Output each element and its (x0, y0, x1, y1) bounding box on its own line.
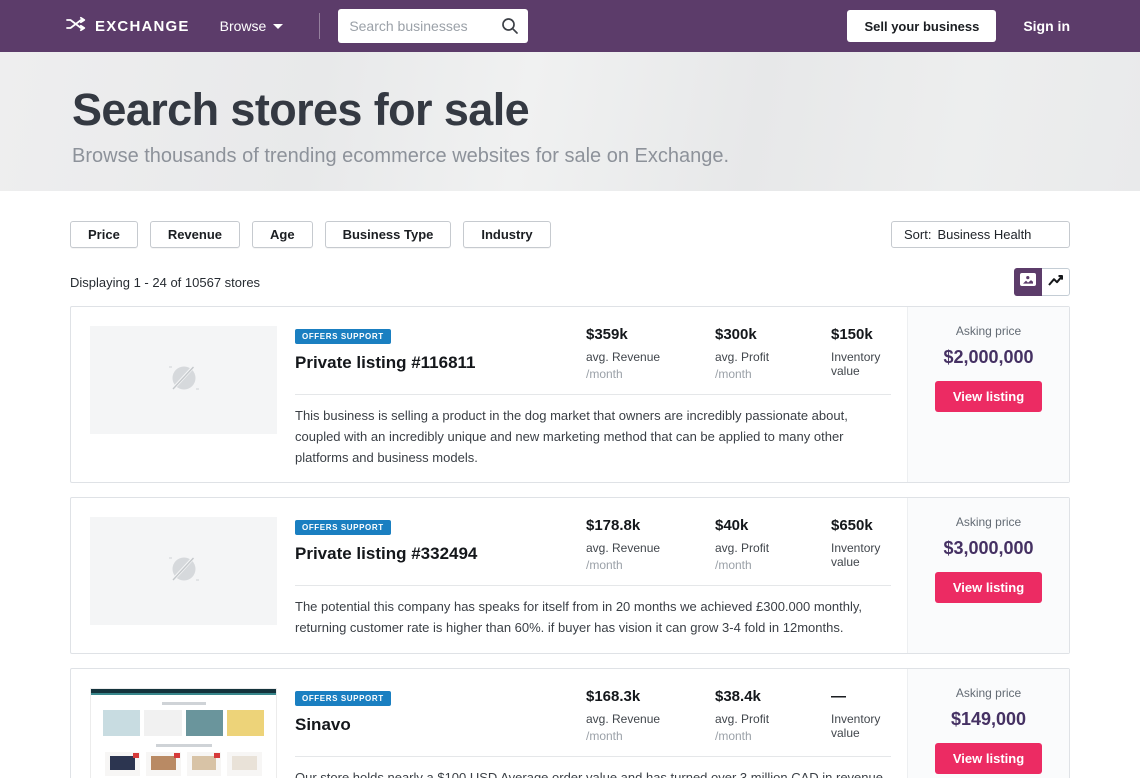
trend-line-icon (1047, 273, 1064, 292)
listing-thumbnail[interactable] (90, 326, 277, 434)
filter-business-type-button[interactable]: Business Type (325, 221, 452, 248)
graph-view-toggle-button[interactable] (1042, 268, 1070, 296)
card-view-toggle-button[interactable] (1014, 268, 1042, 296)
stat-inventory-value: — Inventory value (831, 688, 891, 743)
card-divider (295, 585, 891, 586)
storefront-product-row (105, 752, 262, 776)
listing-title[interactable]: Private listing #116811 (295, 353, 586, 373)
top-navbar: EXCHANGE Browse Sell your business Sign … (0, 0, 1140, 52)
card-divider (295, 756, 891, 757)
search-icon[interactable] (501, 17, 519, 40)
stat-avg-profit: $300k avg. Profit /month (715, 326, 831, 381)
brand-logo[interactable]: EXCHANGE (66, 16, 190, 37)
asking-price-value: $149,000 (908, 709, 1069, 730)
storefront-accent-bar (91, 693, 276, 695)
listing-title[interactable]: Private listing #332494 (295, 544, 586, 564)
listing-details: OFFERS SUPPORT Private listing #116811 $… (277, 307, 907, 482)
view-listing-button[interactable]: View listing (935, 743, 1042, 774)
brand-name: EXCHANGE (95, 18, 190, 35)
asking-price-panel: Asking price $3,000,000 View listing (907, 498, 1069, 653)
stat-avg-revenue: $359k avg. Revenue /month (586, 326, 715, 381)
asking-price-panel: Asking price $2,000,000 View listing (907, 307, 1069, 482)
listing-details: OFFERS SUPPORT Sinavo $168.3k avg. Reven… (277, 669, 907, 778)
stat-avg-revenue: $168.3k avg. Revenue /month (586, 688, 715, 743)
listing-stats: $359k avg. Revenue /month $300k avg. Pro… (586, 326, 891, 381)
listing-stats: $168.3k avg. Revenue /month $38.4k avg. … (586, 688, 891, 743)
listing-card: OFFERS SUPPORT Sinavo $168.3k avg. Reven… (70, 668, 1070, 778)
search-input[interactable] (338, 9, 528, 43)
asking-price-label: Asking price (908, 686, 1069, 700)
sort-label: Sort: (904, 227, 931, 242)
sort-selected-value: Business Health (937, 227, 1031, 242)
browse-label: Browse (220, 18, 267, 34)
listing-description: The potential this company has speaks fo… (295, 597, 891, 639)
stat-avg-profit: $40k avg. Profit /month (715, 517, 831, 572)
chevron-down-icon (273, 24, 283, 29)
image-card-icon (1020, 273, 1036, 291)
asking-price-value: $2,000,000 (908, 347, 1069, 368)
listing-stats: $178.8k avg. Revenue /month $40k avg. Pr… (586, 517, 891, 572)
sign-in-link[interactable]: Sign in (1023, 18, 1070, 34)
listing-description: This business is selling a product in th… (295, 406, 891, 468)
results-bar: Displaying 1 - 24 of 10567 stores (70, 268, 1070, 296)
view-toggle (1014, 268, 1070, 296)
stat-inventory-value: $650k Inventory value (831, 517, 891, 572)
listing-description: Our store holds nearly a $100 USD Averag… (295, 768, 891, 778)
stat-inventory-value: $150k Inventory value (831, 326, 891, 381)
listing-card: OFFERS SUPPORT Private listing #116811 $… (70, 306, 1070, 483)
filter-industry-button[interactable]: Industry (463, 221, 550, 248)
stat-avg-revenue: $178.8k avg. Revenue /month (586, 517, 715, 572)
storefront-heading (162, 702, 206, 705)
main-content: Price Revenue Age Business Type Industry… (0, 221, 1140, 778)
stat-avg-profit: $38.4k avg. Profit /month (715, 688, 831, 743)
page-title: Search stores for sale (72, 84, 1140, 136)
asking-price-label: Asking price (908, 515, 1069, 529)
card-divider (295, 394, 891, 395)
offers-support-badge: OFFERS SUPPORT (295, 520, 391, 535)
results-count: Displaying 1 - 24 of 10567 stores (70, 275, 260, 290)
listing-cards: OFFERS SUPPORT Private listing #116811 $… (70, 306, 1070, 778)
listing-thumbnail[interactable] (90, 517, 277, 625)
storefront-collection-heading (156, 744, 212, 747)
no-image-placeholder-icon (161, 550, 207, 593)
hero-banner: Search stores for sale Browse thousands … (0, 52, 1140, 191)
filter-age-button[interactable]: Age (252, 221, 313, 248)
filter-price-button[interactable]: Price (70, 221, 138, 248)
shuffle-icon (66, 16, 86, 37)
asking-price-panel: Asking price $149,000 View listing (907, 669, 1069, 778)
offers-support-badge: OFFERS SUPPORT (295, 329, 391, 344)
nav-divider (319, 13, 320, 39)
filter-bar: Price Revenue Age Business Type Industry… (70, 221, 1070, 248)
listing-thumbnail[interactable] (90, 688, 277, 778)
listing-card: OFFERS SUPPORT Private listing #332494 $… (70, 497, 1070, 654)
listing-title[interactable]: Sinavo (295, 715, 586, 735)
offers-support-badge: OFFERS SUPPORT (295, 691, 391, 706)
view-listing-button[interactable]: View listing (935, 381, 1042, 412)
sell-your-business-button[interactable]: Sell your business (847, 10, 996, 42)
storefront-hero-images (103, 710, 264, 736)
page-subtitle: Browse thousands of trending ecommerce w… (72, 145, 1140, 168)
browse-menu[interactable]: Browse (220, 18, 284, 34)
filter-revenue-button[interactable]: Revenue (150, 221, 240, 248)
view-listing-button[interactable]: View listing (935, 572, 1042, 603)
no-image-placeholder-icon (161, 359, 207, 402)
search-box (338, 9, 528, 43)
sort-dropdown[interactable]: Sort: Business Health (891, 221, 1070, 248)
asking-price-value: $3,000,000 (908, 538, 1069, 559)
asking-price-label: Asking price (908, 324, 1069, 338)
listing-details: OFFERS SUPPORT Private listing #332494 $… (277, 498, 907, 653)
